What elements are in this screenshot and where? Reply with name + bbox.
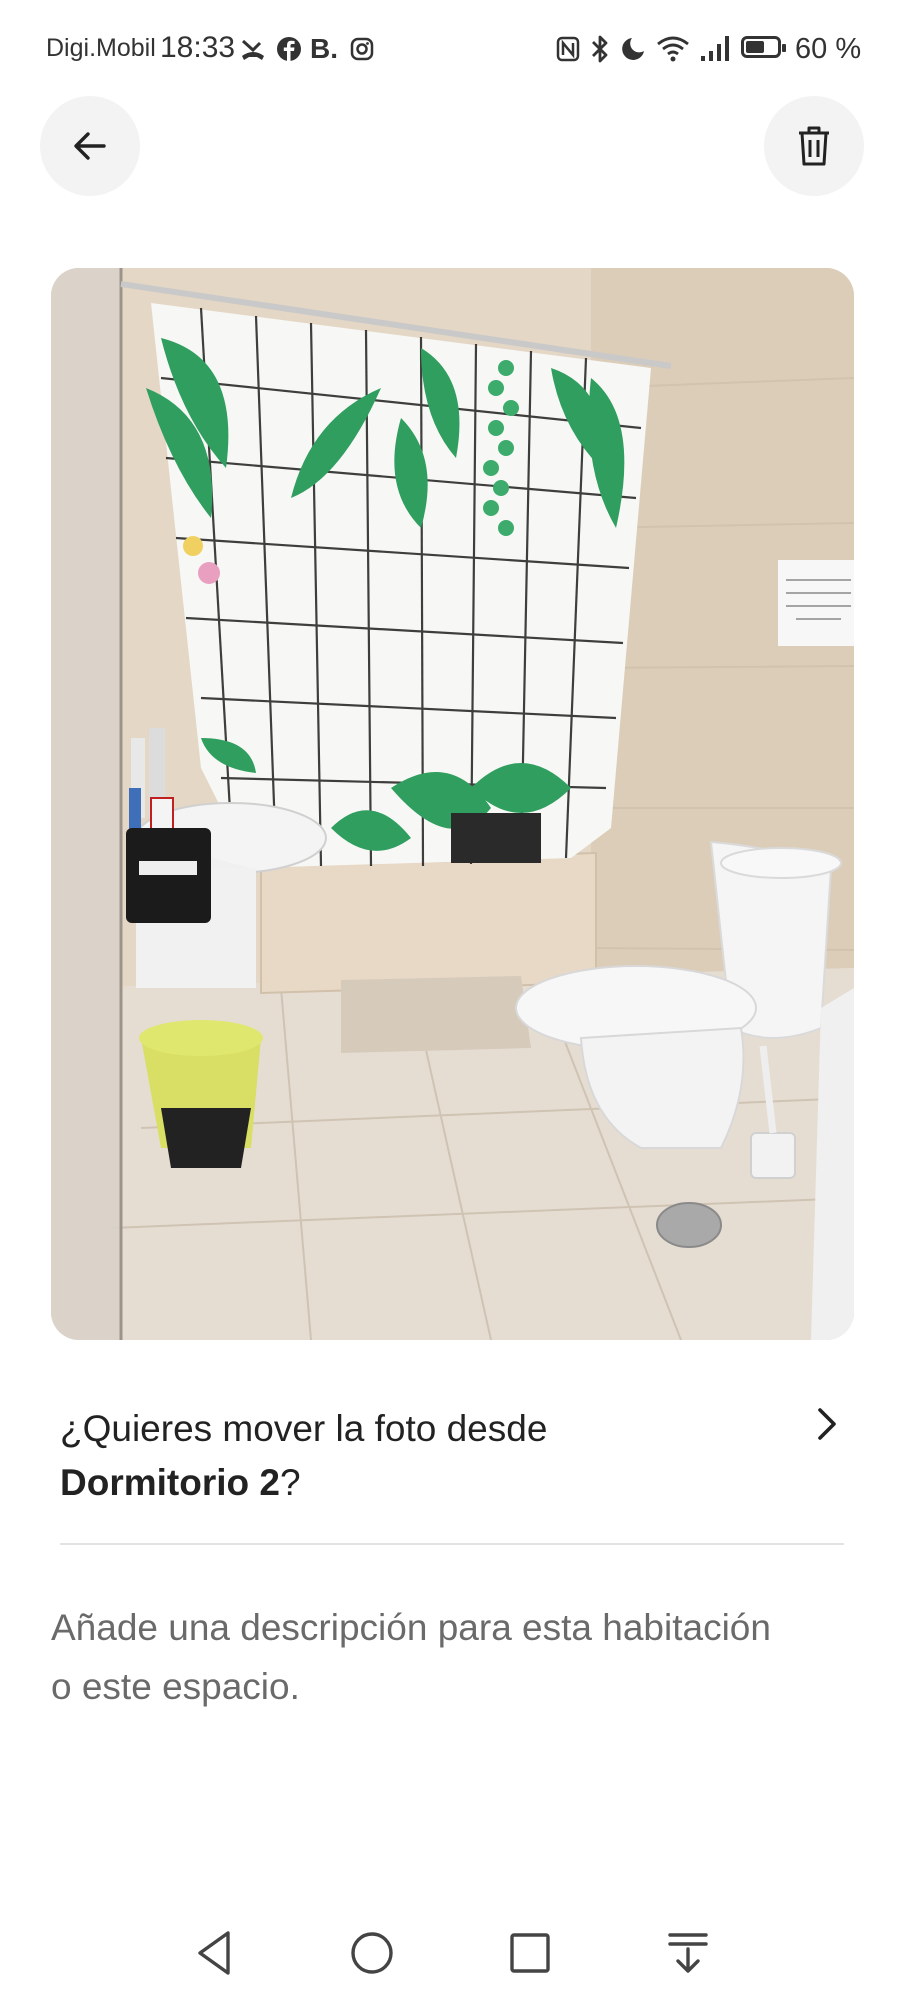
move-prompt-suffix: ? <box>279 1462 301 1503</box>
description-input[interactable]: Añade una descripción para esta habitaci… <box>51 1598 771 1716</box>
move-photo-prompt[interactable]: ¿Quieres mover la foto desde Dormitorio … <box>60 1402 780 1510</box>
b-app-icon: B. <box>310 33 338 64</box>
nfc-icon <box>556 36 580 62</box>
facebook-icon <box>277 37 301 61</box>
missed-call-icon <box>241 39 264 60</box>
notification-pull-icon[interactable] <box>660 1925 716 1981</box>
status-bar: Digi.Mobil 18:33 B. 60 % <box>0 0 904 100</box>
signal-icon <box>701 36 729 61</box>
divider <box>60 1543 844 1545</box>
chevron-right-icon[interactable] <box>812 1404 842 1444</box>
clock: 18:33 <box>160 31 236 64</box>
recents-square-icon[interactable] <box>502 1925 558 1981</box>
move-prompt-text: ¿Quieres mover la foto desde <box>60 1408 548 1449</box>
carrier-label: Digi.Mobil <box>46 34 156 62</box>
wifi-icon <box>657 36 689 62</box>
back-triangle-icon[interactable] <box>188 1925 244 1981</box>
home-circle-icon[interactable] <box>344 1925 400 1981</box>
bathroom-illustration <box>51 268 854 1340</box>
arrow-left-icon <box>74 132 106 160</box>
do-not-disturb-icon <box>622 38 644 60</box>
battery-icon <box>741 36 786 58</box>
delete-button[interactable] <box>764 96 864 196</box>
battery-percentage: 60 % <box>795 33 862 65</box>
bluetooth-icon <box>592 35 608 63</box>
instagram-icon <box>350 37 374 61</box>
bathroom-photo[interactable] <box>51 268 854 1340</box>
trash-icon <box>799 126 829 166</box>
room-name: Dormitorio 2 <box>60 1462 280 1503</box>
back-button[interactable] <box>40 96 140 196</box>
